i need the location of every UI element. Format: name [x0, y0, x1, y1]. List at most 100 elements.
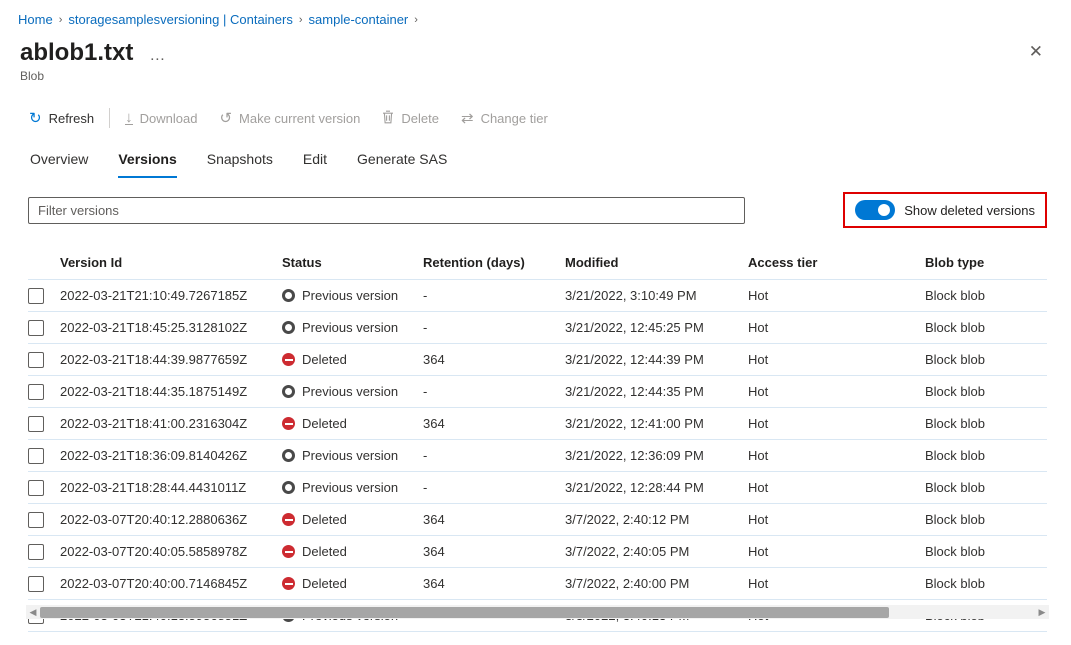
access-tier-cell: Hot: [748, 352, 925, 367]
scrollbar-thumb[interactable]: [40, 607, 889, 618]
table-row[interactable]: 2022-03-07T20:40:12.2880636Z Deleted 364…: [28, 504, 1047, 536]
status-label: Previous version: [302, 384, 398, 399]
title-row: ablob1.txt …: [0, 39, 1071, 67]
chevron-right-icon: ›: [59, 14, 63, 26]
blob-type-cell: Block blob: [925, 480, 1047, 495]
retention-cell: -: [423, 320, 565, 335]
table-header: Version Id Status Retention (days) Modif…: [28, 246, 1047, 280]
breadcrumb-link-container[interactable]: sample-container: [309, 12, 409, 27]
version-id-cell: 2022-03-07T20:40:00.7146845Z: [60, 576, 282, 591]
status-label: Deleted: [302, 352, 347, 367]
blob-type-cell: Block blob: [925, 576, 1047, 591]
version-id-cell: 2022-03-21T18:45:25.3128102Z: [60, 320, 282, 335]
table-row[interactable]: 2022-03-07T20:40:00.7146845Z Deleted 364…: [28, 568, 1047, 600]
tab-edit[interactable]: Edit: [303, 151, 327, 178]
tab-overview[interactable]: Overview: [30, 151, 88, 178]
make-current-version-label: Make current version: [239, 111, 360, 126]
table-row[interactable]: 2022-03-21T21:10:49.7267185Z Previous ve…: [28, 280, 1047, 312]
row-checkbox[interactable]: [28, 352, 44, 368]
version-id-cell: 2022-03-21T18:36:09.8140426Z: [60, 448, 282, 463]
tab-versions[interactable]: Versions: [118, 151, 176, 178]
show-deleted-versions-highlight: Show deleted versions: [843, 192, 1047, 228]
deleted-icon: [282, 545, 295, 558]
access-tier-cell: Hot: [748, 544, 925, 559]
refresh-button[interactable]: ↻ Refresh: [18, 111, 105, 126]
access-tier-cell: Hot: [748, 448, 925, 463]
table-row[interactable]: 2022-03-21T18:45:25.3128102Z Previous ve…: [28, 312, 1047, 344]
status-label: Deleted: [302, 544, 347, 559]
row-checkbox[interactable]: [28, 384, 44, 400]
table-row[interactable]: 2022-03-21T18:28:44.4431011Z Previous ve…: [28, 472, 1047, 504]
change-tier-button[interactable]: ⇄ Change tier: [450, 111, 559, 126]
scroll-right-icon[interactable]: ▶: [1035, 605, 1049, 619]
breadcrumb-link-home[interactable]: Home: [18, 12, 53, 27]
modified-cell: 3/21/2022, 12:36:09 PM: [565, 448, 748, 463]
chevron-right-icon: ›: [414, 14, 418, 26]
make-current-version-button[interactable]: ↺ Make current version: [208, 111, 371, 126]
modified-cell: 3/21/2022, 12:44:39 PM: [565, 352, 748, 367]
chevron-right-icon: ›: [299, 14, 303, 26]
breadcrumb-link-storage-account[interactable]: storagesamplesversioning | Containers: [68, 12, 293, 27]
previous-version-icon: [282, 321, 295, 334]
column-header-modified[interactable]: Modified: [565, 255, 748, 270]
access-tier-cell: Hot: [748, 288, 925, 303]
column-header-version-id[interactable]: Version Id: [60, 255, 282, 270]
deleted-icon: [282, 577, 295, 590]
download-label: Download: [140, 111, 198, 126]
access-tier-cell: Hot: [748, 320, 925, 335]
more-actions-button[interactable]: …: [149, 47, 167, 65]
row-checkbox[interactable]: [28, 288, 44, 304]
status-label: Previous version: [302, 320, 398, 335]
deleted-icon: [282, 353, 295, 366]
version-id-cell: 2022-03-07T20:40:05.5858978Z: [60, 544, 282, 559]
version-id-cell: 2022-03-21T18:44:35.1875149Z: [60, 384, 282, 399]
delete-icon: [382, 110, 394, 127]
column-header-status[interactable]: Status: [282, 255, 423, 270]
status-label: Previous version: [302, 480, 398, 495]
retention-cell: -: [423, 288, 565, 303]
row-checkbox[interactable]: [28, 448, 44, 464]
row-checkbox[interactable]: [28, 416, 44, 432]
horizontal-scrollbar[interactable]: ◀ ▶: [26, 605, 1049, 619]
blob-type-cell: Block blob: [925, 384, 1047, 399]
retention-cell: 364: [423, 576, 565, 591]
retention-cell: 364: [423, 416, 565, 431]
table-row[interactable]: 2022-03-21T18:36:09.8140426Z Previous ve…: [28, 440, 1047, 472]
row-checkbox[interactable]: [28, 576, 44, 592]
row-checkbox[interactable]: [28, 512, 44, 528]
scroll-left-icon[interactable]: ◀: [26, 605, 40, 619]
table-row[interactable]: 2022-03-21T18:41:00.2316304Z Deleted 364…: [28, 408, 1047, 440]
table-row[interactable]: 2022-03-21T18:44:39.9877659Z Deleted 364…: [28, 344, 1047, 376]
table-row[interactable]: 2022-03-07T20:40:05.5858978Z Deleted 364…: [28, 536, 1047, 568]
version-id-cell: 2022-03-21T18:41:00.2316304Z: [60, 416, 282, 431]
versions-table: Version Id Status Retention (days) Modif…: [28, 246, 1047, 632]
make-current-version-icon: ↺: [219, 111, 232, 126]
close-icon[interactable]: ✕: [1029, 42, 1043, 62]
access-tier-cell: Hot: [748, 512, 925, 527]
filter-versions-input[interactable]: [28, 197, 745, 224]
row-checkbox[interactable]: [28, 544, 44, 560]
download-button[interactable]: ↓ Download: [114, 111, 208, 126]
retention-cell: -: [423, 448, 565, 463]
status-label: Deleted: [302, 576, 347, 591]
show-deleted-versions-label: Show deleted versions: [904, 203, 1035, 218]
toggle-knob: [878, 204, 890, 216]
row-checkbox[interactable]: [28, 480, 44, 496]
modified-cell: 3/21/2022, 12:28:44 PM: [565, 480, 748, 495]
column-header-access-tier[interactable]: Access tier: [748, 255, 925, 270]
row-checkbox[interactable]: [28, 320, 44, 336]
modified-cell: 3/21/2022, 3:10:49 PM: [565, 288, 748, 303]
show-deleted-versions-toggle[interactable]: [855, 200, 895, 220]
version-id-cell: 2022-03-21T21:10:49.7267185Z: [60, 288, 282, 303]
status-label: Previous version: [302, 288, 398, 303]
tab-generate-sas[interactable]: Generate SAS: [357, 151, 447, 178]
tab-bar: Overview Versions Snapshots Edit Generat…: [0, 151, 1071, 178]
column-header-retention[interactable]: Retention (days): [423, 255, 565, 270]
table-row[interactable]: 2022-03-21T18:44:35.1875149Z Previous ve…: [28, 376, 1047, 408]
tab-snapshots[interactable]: Snapshots: [207, 151, 273, 178]
deleted-icon: [282, 513, 295, 526]
status-label: Deleted: [302, 416, 347, 431]
version-id-cell: 2022-03-21T18:28:44.4431011Z: [60, 480, 282, 495]
column-header-blob-type[interactable]: Blob type: [925, 255, 1047, 270]
delete-button[interactable]: Delete: [371, 110, 450, 127]
